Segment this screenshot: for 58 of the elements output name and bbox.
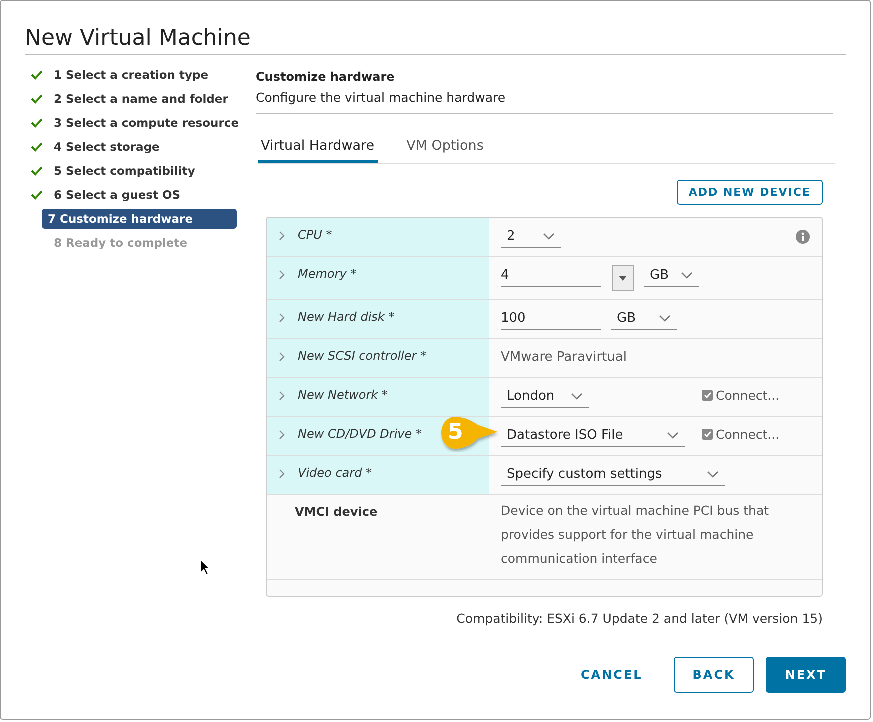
dropdown[interactable]: 2 (501, 226, 561, 248)
check-icon (704, 392, 712, 399)
device-label: New CD/DVD Drive * (298, 427, 422, 441)
device-label: New Network * (298, 388, 388, 402)
unit-dropdown[interactable]: GB (611, 308, 677, 330)
device-label: New Hard disk * (298, 310, 395, 324)
device-label: New SCSI controller * (298, 349, 427, 363)
dialog-button[interactable]: BACK (674, 657, 754, 693)
mouse-cursor-icon (200, 559, 211, 576)
chevron-down-icon (571, 392, 583, 400)
add-device-button[interactable]: ADD NEW DEVICE (676, 180, 823, 205)
window-title: New Virtual Machine (25, 1, 846, 55)
chevron-right-icon[interactable] (279, 270, 286, 280)
compatibility-text: Compatibility: ESXi 6.7 Update 2 and later (VM version 15) (456, 611, 823, 626)
chevron-down-icon (543, 232, 555, 240)
chevron-down-icon (659, 314, 671, 322)
dropdown[interactable]: Specify custom settings (501, 464, 725, 486)
chevron-right-icon[interactable] (279, 313, 286, 323)
device-label: VMCI device (294, 505, 378, 519)
device-label: Memory * (298, 267, 357, 281)
step-item[interactable]: 3 Select a compute resource (48, 113, 246, 133)
step-item[interactable]: 2 Select a name and folder (48, 89, 234, 109)
connect-label: Connect... (716, 427, 780, 442)
connect-label: Connect... (716, 388, 780, 403)
check-icon (704, 431, 712, 438)
device-description: Device on the virtual machine PCI bus that provides support for the virtual machine communication interface (501, 502, 770, 568)
caret-down-icon (619, 276, 627, 280)
input-field[interactable]: 100 (501, 308, 601, 330)
info-icon[interactable] (796, 230, 810, 244)
step-item[interactable]: 1 Select a creation type (48, 65, 215, 85)
input-field[interactable]: 4 (501, 265, 601, 287)
chevron-down-icon (667, 432, 679, 440)
section-title: Customize hardware (256, 70, 396, 84)
checkbox[interactable] (702, 429, 713, 440)
chevron-right-icon[interactable] (279, 391, 286, 401)
step-item[interactable]: 4 Select storage (48, 137, 166, 157)
dropdown[interactable]: Datastore ISO File (501, 425, 685, 447)
step-item[interactable]: 6 Select a guest OS (48, 185, 187, 205)
chevron-right-icon[interactable] (279, 231, 286, 241)
dropdown[interactable]: London (501, 386, 589, 408)
chevron-right-icon[interactable] (279, 430, 286, 440)
menu-button[interactable] (612, 265, 634, 291)
device-value: VMware Paravirtual (501, 349, 627, 365)
tab[interactable]: VM Options (404, 130, 487, 163)
device-label: CPU * (298, 228, 332, 242)
section-subtitle: Configure the virtual machine hardware (256, 90, 833, 114)
dialog-button[interactable]: NEXT (766, 657, 846, 693)
dialog-button[interactable]: CANCEL (562, 657, 662, 693)
chevron-down-icon (681, 272, 693, 280)
unit-dropdown[interactable]: GB (644, 265, 699, 287)
chevron-right-icon[interactable] (279, 352, 286, 362)
device-label: Video card * (298, 466, 372, 480)
chevron-down-icon (707, 470, 719, 478)
step-item[interactable]: 7 Customize hardware (42, 209, 237, 229)
step-item[interactable]: 5 Select compatibility (48, 161, 202, 181)
chevron-right-icon[interactable] (279, 469, 286, 479)
tab[interactable]: Virtual Hardware (258, 130, 378, 163)
checkbox[interactable] (702, 390, 713, 401)
